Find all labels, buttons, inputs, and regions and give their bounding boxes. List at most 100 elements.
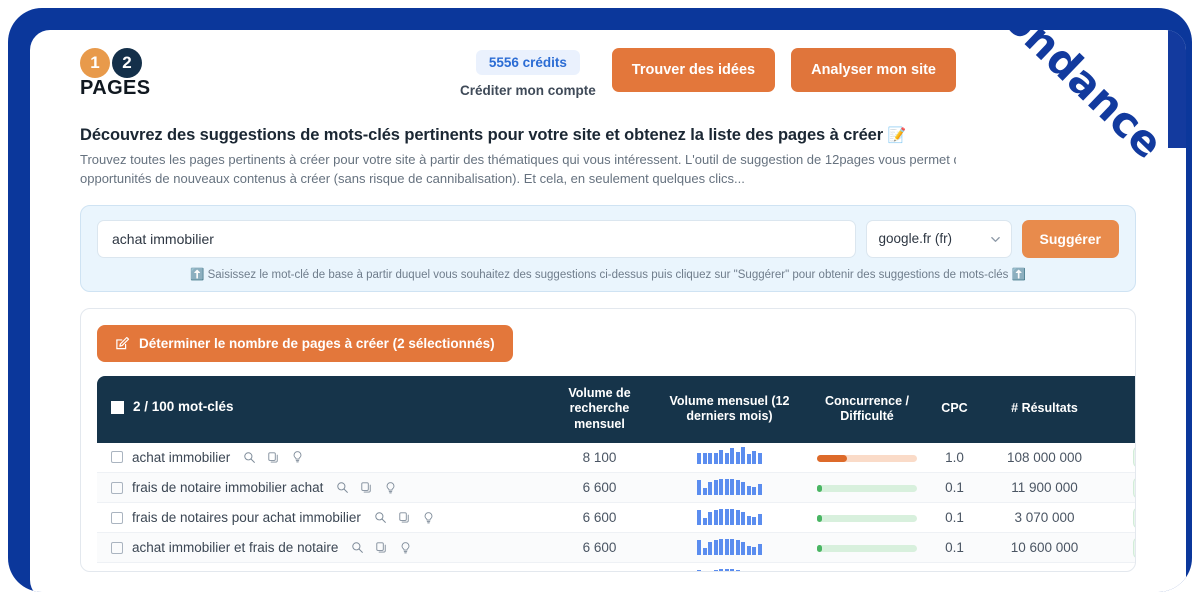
cell-keyword[interactable]: achat immobilier et frais de notaire <box>97 532 547 564</box>
cell-competition <box>807 472 927 504</box>
col-competition[interactable]: Concurrence / Difficulté <box>807 375 927 443</box>
cell-results: 10 600 000 <box>982 532 1107 564</box>
row-action-icons <box>351 541 412 555</box>
app-content: 1 2 PAGES 5556 crédits Créditer mon comp… <box>30 30 1186 592</box>
search-icon[interactable] <box>374 511 387 524</box>
cell-intent: N <box>1107 502 1135 534</box>
row-checkbox[interactable] <box>111 481 123 494</box>
credits-block: 5556 crédits Créditer mon compte <box>460 48 596 98</box>
search-icon[interactable] <box>336 571 349 572</box>
memo-icon: 📝 <box>887 127 907 144</box>
row-action-icons <box>243 450 304 464</box>
row-action-icons <box>336 571 397 572</box>
determine-pages-button[interactable]: Déterminer le nombre de pages à créer (2… <box>97 324 513 362</box>
app-header: 1 2 PAGES 5556 crédits Créditer mon comp… <box>80 30 1136 108</box>
search-icon[interactable] <box>243 451 256 464</box>
keyword-text: frais de notaire immobilier achat <box>132 480 324 496</box>
select-all-wrap[interactable]: 2 / 100 mot-clés <box>111 399 234 416</box>
keyword-text: achat immobilier <box>132 449 231 465</box>
cell-monthly-trend <box>652 502 807 534</box>
search-engine-select[interactable]: google.fr (fr) <box>865 219 1012 258</box>
cell-keyword[interactable]: achat immobilier <box>97 442 547 474</box>
lightbulb-icon[interactable] <box>422 511 435 525</box>
row-checkbox[interactable] <box>111 451 123 464</box>
credit-account-link[interactable]: Créditer mon compte <box>460 83 596 98</box>
copy-icon[interactable] <box>375 541 388 554</box>
table-row[interactable]: achat immobilier et frais de notaire 6 60… <box>97 532 1135 564</box>
copy-icon[interactable] <box>398 511 411 524</box>
row-checkbox[interactable] <box>111 541 123 554</box>
lightbulb-icon[interactable] <box>384 481 397 495</box>
determine-pages-label: Déterminer le nombre de pages à créer (2… <box>139 335 495 351</box>
col-intent[interactable]: d'i <box>1107 375 1135 443</box>
cell-intent: N <box>1107 472 1135 504</box>
logo-wordmark: PAGES <box>80 77 151 99</box>
edit-square-icon <box>116 336 130 349</box>
competition-bar <box>817 545 917 553</box>
copy-icon[interactable] <box>360 571 373 572</box>
keyword-text: frais de notaires pour achat immobilier <box>132 510 361 526</box>
page-title: Découvrez des suggestions de mots-clés p… <box>80 126 1136 145</box>
keyword-search-input[interactable] <box>97 219 856 258</box>
chevron-down-icon <box>990 236 1000 242</box>
find-ideas-button[interactable]: Trouver des idées <box>611 48 776 92</box>
table-row[interactable]: frais de notaire immobilier achat 6 600 0.… <box>97 472 1135 504</box>
cell-cpc: 0.1 <box>927 562 982 571</box>
col-cpc[interactable]: CPC <box>927 375 982 443</box>
table-row[interactable]: frais de notaire achat immobilier 6 600 0.… <box>97 562 1135 572</box>
table-row[interactable]: frais de notaires pour achat immobilier 6… <box>97 502 1135 534</box>
compare-bulk-button[interactable]: Comparer en bulk <box>972 48 1136 92</box>
intent-badge: N <box>1133 506 1135 529</box>
app-card: 1 2 PAGES 5556 crédits Créditer mon comp… <box>30 30 1186 592</box>
search-engine-value: google.fr (fr) <box>878 231 953 247</box>
logo-circles: 1 2 <box>80 48 200 78</box>
lightbulb-icon[interactable] <box>399 541 412 555</box>
keywords-table-wrap[interactable]: 2 / 100 mot-clés Volume de recherche men… <box>97 375 1135 572</box>
intent-badge: N <box>1133 566 1135 571</box>
cell-intent: N <box>1107 442 1135 474</box>
suggest-button[interactable]: Suggérer <box>1021 219 1119 258</box>
search-icon[interactable] <box>351 541 364 554</box>
cell-competition <box>807 502 927 534</box>
cell-results: 11 400 000 <box>982 562 1107 571</box>
copy-icon[interactable] <box>360 481 373 494</box>
search-icon[interactable] <box>336 481 349 494</box>
search-row: google.fr (fr) Suggérer <box>97 219 1119 258</box>
col-monthly-volume[interactable]: Volume de recherche mensuel <box>547 375 652 443</box>
cell-monthly-trend <box>652 562 807 571</box>
intent-badge: N <box>1133 536 1135 559</box>
cell-monthly-volume: 6 600 <box>547 502 652 534</box>
cell-cpc: 1.0 <box>927 442 982 474</box>
cell-cpc: 0.1 <box>927 532 982 564</box>
cell-keyword[interactable]: frais de notaire immobilier achat <box>97 472 547 504</box>
header-actions: 5556 crédits Créditer mon compte Trouver… <box>460 48 1136 98</box>
logo[interactable]: 1 2 PAGES <box>80 48 200 100</box>
sparkline-chart <box>697 447 762 465</box>
logo-digit-one: 1 <box>80 48 110 78</box>
competition-bar <box>817 485 917 493</box>
table-row[interactable]: achat immobilier 8 100 1.0108 000 000 N <box>97 442 1135 474</box>
lightbulb-icon[interactable] <box>291 450 304 464</box>
logo-digit-two: 2 <box>112 48 142 78</box>
table-head: 2 / 100 mot-clés Volume de recherche men… <box>97 375 1135 443</box>
cell-keyword[interactable]: frais de notaire achat immobilier <box>97 562 547 572</box>
cell-keyword[interactable]: frais de notaires pour achat immobilier <box>97 502 547 534</box>
col-monthly-trend[interactable]: Volume mensuel (12 derniers mois) <box>652 375 807 443</box>
analyse-site-button[interactable]: Analyser mon site <box>791 48 957 92</box>
col-results[interactable]: # Résultats <box>982 375 1107 443</box>
row-checkbox[interactable] <box>111 511 123 524</box>
competition-bar <box>817 454 917 462</box>
cell-results: 108 000 000 <box>982 442 1107 474</box>
intent-badge: N <box>1133 446 1135 469</box>
cell-results: 11 900 000 <box>982 472 1107 504</box>
copy-icon[interactable] <box>267 451 280 464</box>
select-all-checkbox[interactable] <box>111 401 124 415</box>
col-keyword[interactable]: 2 / 100 mot-clés <box>97 375 547 443</box>
sparkline-chart <box>697 538 762 555</box>
page-description: Trouvez toutes les pages pertinents à cr… <box>80 152 1073 186</box>
credits-badge: 5556 crédits <box>475 50 580 75</box>
cell-monthly-volume: 6 600 <box>547 472 652 504</box>
intent-badge: N <box>1133 476 1135 499</box>
lightbulb-icon[interactable] <box>384 571 397 572</box>
cell-cpc: 0.1 <box>927 472 982 504</box>
